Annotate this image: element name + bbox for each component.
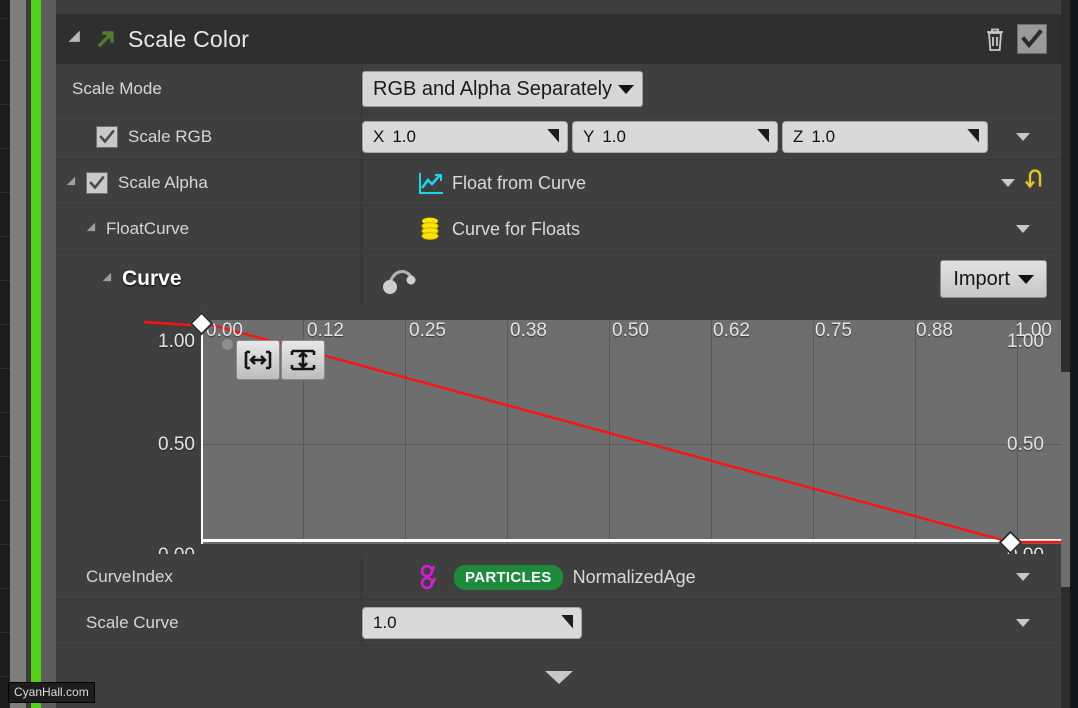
scale-rgb-z-value: 1.0	[811, 127, 836, 146]
scale-curve-chevron[interactable]	[1016, 619, 1030, 627]
curve-index-chevron[interactable]	[1016, 573, 1030, 581]
link-icon	[418, 563, 444, 591]
panel-expander[interactable]	[56, 666, 1061, 688]
x-axis-label: X	[373, 127, 385, 146]
x-tick-5: 0.62	[713, 320, 750, 341]
row-float-curve: FloatCurve Curve for Floats	[56, 206, 1061, 252]
row-curve-index: CurveIndex PARTICLES NormalizedAge	[56, 554, 1061, 600]
particle-module-panel: Scale Color Scale Mode RGB and Alpha Sep…	[0, 0, 1078, 708]
curve-expand-icon[interactable]	[102, 272, 116, 286]
page-title: Scale Color	[128, 25, 250, 52]
window-right-edge	[1070, 0, 1078, 708]
y-tick-right-1.00: 1.00	[1007, 331, 1044, 352]
status-badge-label: PARTICLES	[465, 568, 552, 586]
fit-vertical-button[interactable]	[281, 340, 325, 380]
scale-alpha-expand-icon[interactable]	[66, 176, 80, 190]
scale-rgb-x-value: 1.0	[392, 127, 416, 146]
curve-editor-icon	[380, 257, 424, 302]
spinner-icon[interactable]	[755, 128, 771, 146]
spinner-icon[interactable]	[559, 614, 575, 632]
rail-tick-marks	[0, 0, 10, 708]
curve-plot-area[interactable]	[201, 320, 1063, 544]
y-tick-right-0.50: 0.50	[1007, 434, 1044, 455]
scale-alpha-chevron[interactable]	[1001, 179, 1015, 187]
trash-icon[interactable]	[983, 26, 1007, 52]
scale-alpha-checkbox[interactable]	[86, 172, 108, 194]
float-curve-chevron[interactable]	[1016, 225, 1030, 233]
module-color-strip	[41, 0, 56, 708]
module-details-panel: Scale Color Scale Mode RGB and Alpha Sep…	[56, 0, 1063, 708]
green-arrow-icon	[92, 25, 120, 53]
module-header[interactable]: Scale Color	[56, 14, 1061, 64]
fit-horizontal-button[interactable]	[236, 340, 280, 380]
scale-mode-label: Scale Mode	[72, 79, 162, 98]
curve-graph[interactable]: 0.00 0.12 0.25 0.38 0.50 0.62 0.75 0.88 …	[56, 306, 1063, 566]
import-button[interactable]: Import	[940, 260, 1047, 298]
fit-vertical-icon	[290, 349, 316, 371]
x-tick-6: 0.75	[815, 320, 852, 341]
curve-tangent-handle[interactable]	[222, 339, 233, 350]
x-tick-2: 0.25	[409, 320, 446, 341]
scale-rgb-z-field[interactable]: Z 1.0	[782, 121, 988, 153]
float-curve-value: Curve for Floats	[452, 218, 581, 239]
property-rows: Scale Mode RGB and Alpha Separately Scal…	[56, 64, 1061, 306]
y-axis-label: Y	[583, 127, 595, 146]
fit-horizontal-icon	[244, 350, 272, 370]
row-scale-curve: Scale Curve 1.0	[56, 600, 1061, 646]
scale-rgb-options-chevron[interactable]	[1016, 133, 1030, 141]
x-tick-7: 0.88	[916, 320, 953, 341]
scale-mode-dropdown[interactable]: RGB and Alpha Separately	[362, 71, 644, 107]
scale-rgb-x-field[interactable]: X 1.0	[362, 121, 568, 153]
y-tick-left-1.00: 1.00	[158, 331, 195, 352]
x-tick-3: 0.38	[510, 320, 547, 341]
distribution-curve-icon	[418, 171, 444, 195]
module-enabled-checkbox[interactable]	[1017, 24, 1047, 54]
scale-rgb-label: Scale RGB	[128, 127, 213, 146]
scale-alpha-value: Float from Curve	[452, 172, 587, 193]
scrollbar-thumb[interactable]	[1061, 372, 1070, 587]
scale-rgb-y-field[interactable]: Y 1.0	[572, 121, 778, 153]
property-rows-lower: CurveIndex PARTICLES NormalizedAge Scale…	[56, 554, 1061, 646]
status-badge: PARTICLES	[454, 564, 563, 590]
emitter-column-strip	[10, 0, 26, 708]
spinner-icon[interactable]	[965, 128, 981, 146]
chevron-down-icon	[1018, 274, 1034, 284]
scale-rgb-checkbox[interactable]	[96, 126, 118, 148]
import-label: Import	[953, 267, 1010, 290]
chevron-down-icon	[618, 84, 635, 94]
row-scale-rgb: Scale RGB X 1.0 Y 1.0 Z 1.0	[56, 114, 1061, 160]
watermark: CyanHall.com	[8, 682, 95, 703]
row-scale-mode: Scale Mode RGB and Alpha Separately	[56, 64, 1061, 114]
x-tick-4: 0.50	[612, 320, 649, 341]
scale-curve-field[interactable]: 1.0	[362, 607, 582, 639]
reset-arrow-icon[interactable]	[1023, 169, 1045, 197]
row-separator	[56, 645, 1061, 646]
header-expand-arrow[interactable]	[62, 30, 92, 48]
float-curve-label: FloatCurve	[106, 219, 190, 238]
x-tick-1: 0.12	[307, 320, 344, 341]
row-scale-alpha: Scale Alpha Float from Curve	[56, 160, 1061, 206]
scale-curve-value: 1.0	[373, 613, 397, 632]
expand-down-icon	[544, 670, 573, 684]
row-curve: Curve Import	[56, 252, 1061, 306]
scale-rgb-y-value: 1.0	[602, 127, 626, 146]
spinner-icon[interactable]	[545, 128, 561, 146]
module-enabled-indicator[interactable]	[31, 0, 41, 708]
curve-label: Curve	[122, 267, 182, 290]
scale-mode-value: RGB and Alpha Separately	[373, 77, 613, 100]
y-tick-left-0.50: 0.50	[158, 434, 195, 455]
scale-alpha-label: Scale Alpha	[118, 173, 208, 192]
curve-index-value: NormalizedAge	[572, 566, 696, 587]
curve-index-label: CurveIndex	[86, 567, 173, 586]
scrollbar-track[interactable]	[1061, 0, 1070, 708]
curve-line	[201, 320, 1063, 544]
scale-curve-label: Scale Curve	[86, 613, 179, 632]
float-curve-expand-icon[interactable]	[86, 222, 100, 236]
triangle-collapse-icon	[68, 30, 86, 48]
coins-icon	[418, 216, 442, 242]
z-axis-label: Z	[793, 127, 804, 146]
